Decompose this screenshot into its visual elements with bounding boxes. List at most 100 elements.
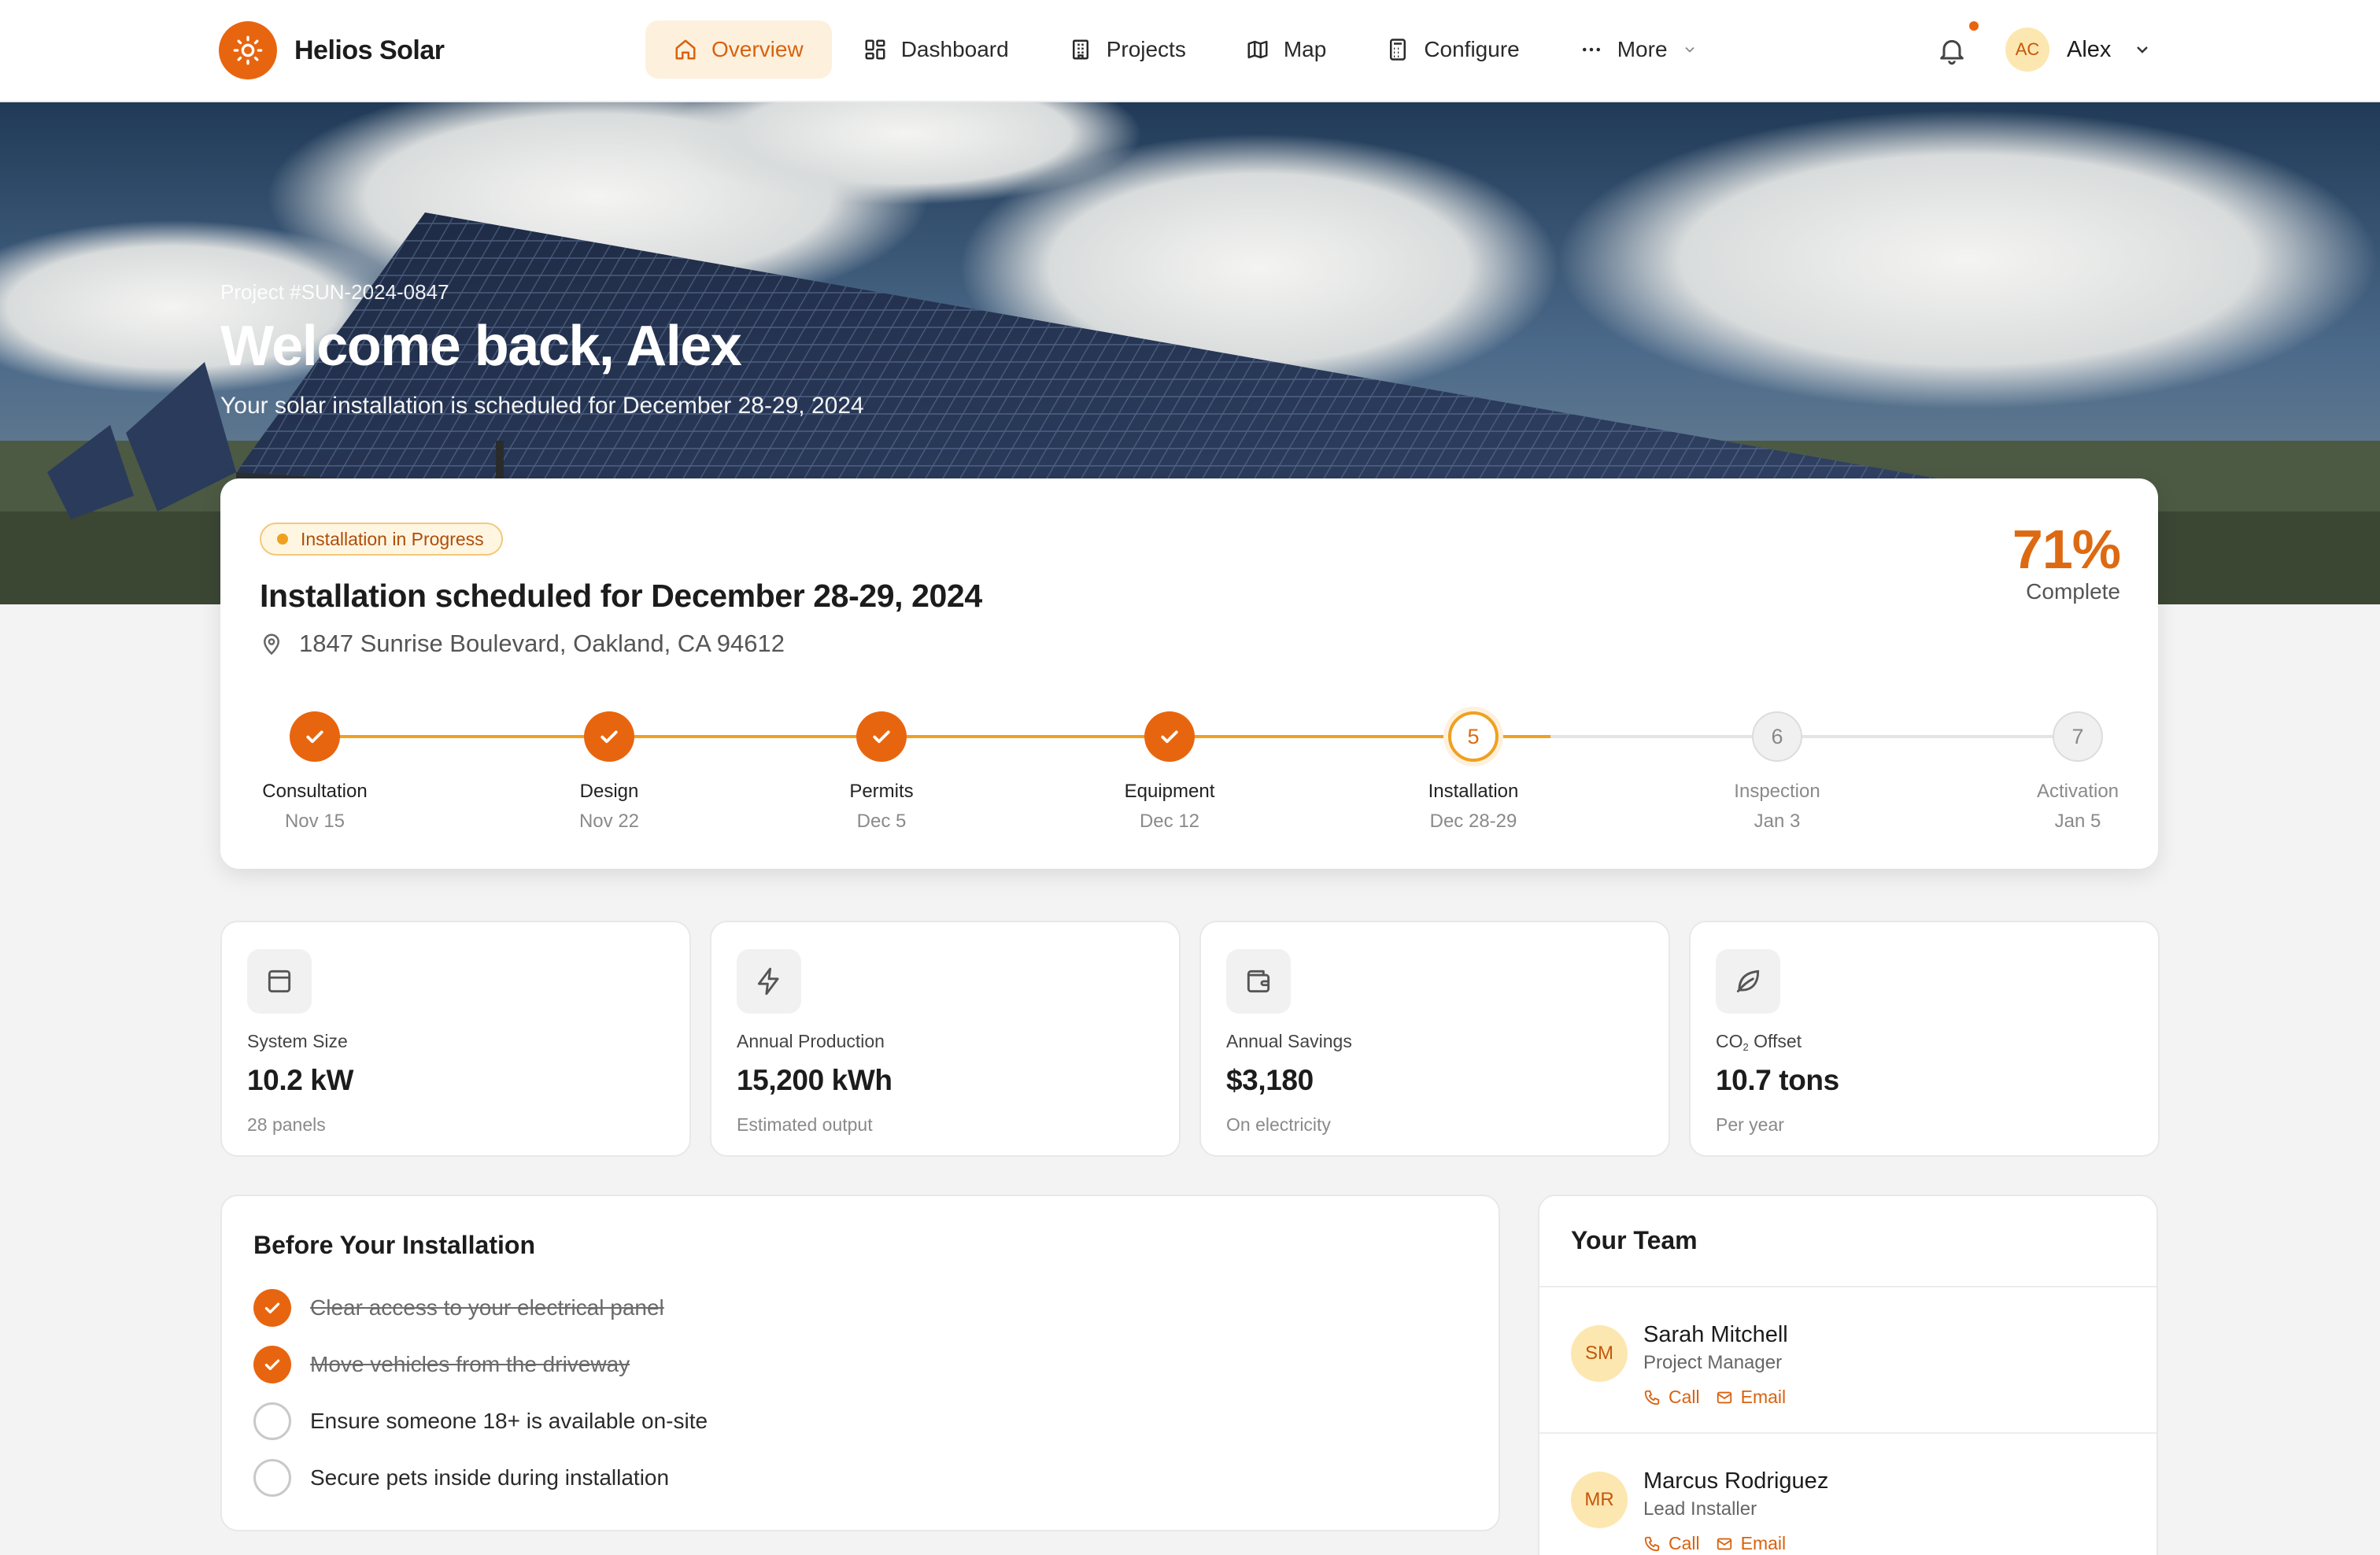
step-label: Design [579, 781, 639, 802]
timeline-step-inspection: 6 Inspection Jan 3 [1691, 699, 1864, 833]
member-name: Marcus Rodriguez [1643, 1468, 1829, 1494]
avatar: MR [1571, 1472, 1628, 1528]
nav-item-projects[interactable]: Projects [1040, 20, 1214, 79]
nav-item-label: More [1617, 37, 1668, 61]
check-icon [584, 711, 634, 762]
address: 1847 Sunrise Boulevard, Oakland, CA 9461… [260, 630, 785, 658]
call-link[interactable]: Call [1643, 1387, 1700, 1408]
stat-label: Annual Production [737, 1031, 885, 1051]
stat-label: System Size [247, 1031, 348, 1051]
checklist-item-label: Move vehicles from the driveway [310, 1352, 630, 1376]
checkbox-checked[interactable] [253, 1289, 291, 1327]
checkbox-unchecked[interactable] [253, 1402, 291, 1440]
nav-item-label: Dashboard [900, 37, 1009, 61]
ellipsis-icon [1582, 47, 1600, 52]
chevron-down-icon [2137, 46, 2149, 54]
checkbox-checked[interactable] [253, 1346, 291, 1383]
timeline-step-installation: 5 Installation Dec 28-29 [1387, 699, 1560, 833]
member-actions: Call Email [1643, 1533, 1802, 1554]
checklist-item-label: Secure pets inside during installation [310, 1465, 670, 1490]
stat-card-annual-production: Annual Production 15,200 kWh Estimated o… [710, 921, 1181, 1157]
stat-note: Estimated output [737, 1114, 873, 1135]
stat-card-co2-offset: CO2 Offset 10.7 tons Per year [1689, 921, 2160, 1157]
divider [1539, 1286, 2156, 1287]
checklist-item[interactable]: Clear access to your electrical panel [253, 1289, 664, 1327]
wallet-icon [1226, 949, 1291, 1014]
check-icon [264, 1302, 280, 1314]
nav-item-more[interactable]: More [1551, 20, 1726, 79]
user-menu[interactable]: AC Alex [2005, 28, 2152, 72]
stat-value: 10.2 kW [247, 1064, 353, 1096]
step-number: 5 [1448, 711, 1499, 762]
nav-item-overview[interactable]: Overview [645, 20, 832, 79]
panel-icon [247, 949, 312, 1014]
page-title: Welcome back, Alex [220, 315, 742, 378]
hero-subtitle: Your solar installation is scheduled for… [220, 393, 864, 419]
email-link[interactable]: Email [1716, 1533, 1786, 1554]
step-number: 6 [1752, 711, 1802, 762]
nav-item-label: Configure [1424, 37, 1520, 61]
checklist-item[interactable]: Ensure someone 18+ is available on-site [253, 1402, 708, 1440]
stat-label: Annual Savings [1226, 1031, 1352, 1051]
stat-card-system-size: System Size 10.2 kW 28 panels [220, 921, 691, 1157]
check-icon [290, 711, 340, 762]
progress-percent: 71% [2012, 519, 2121, 580]
nav-item-configure[interactable]: Configure [1358, 20, 1547, 79]
schedule-title: Installation scheduled for December 28-2… [260, 578, 982, 614]
section-title: Your Team [1571, 1226, 1698, 1254]
status-badge-label: Installation in Progress [301, 528, 484, 549]
stat-note: Per year [1716, 1114, 1784, 1135]
leaf-icon [1716, 949, 1780, 1014]
status-dot [277, 534, 288, 545]
timeline-step-permits: Permits Dec 5 [795, 699, 968, 833]
pre-installation-checklist: Before Your Installation Clear access to… [220, 1195, 1500, 1531]
step-number: 7 [2053, 711, 2103, 762]
project-id: Project #SUN-2024-0847 [220, 280, 449, 304]
team-card: Your Team SM Sarah Mitchell Project Mana… [1538, 1195, 2158, 1555]
checkbox-unchecked[interactable] [253, 1459, 291, 1497]
nav-item-dashboard[interactable]: Dashboard [835, 20, 1037, 79]
section-title: Before Your Installation [253, 1231, 535, 1259]
check-icon [1144, 711, 1195, 762]
calculator-icon [1390, 39, 1406, 61]
bell-icon[interactable] [1936, 35, 1968, 66]
step-date: Dec 12 [1139, 811, 1200, 832]
email-link[interactable]: Email [1716, 1387, 1786, 1408]
team-member: MR Marcus Rodriguez Lead Installer Call … [1571, 1461, 2138, 1555]
home-icon [675, 39, 696, 60]
member-role: Project Manager [1643, 1352, 1783, 1373]
nav-item-map[interactable]: Map [1218, 20, 1354, 79]
stat-note: 28 panels [247, 1114, 326, 1135]
check-icon [856, 711, 907, 762]
checklist-item[interactable]: Secure pets inside during installation [253, 1459, 669, 1497]
notification-dot [1969, 21, 1979, 31]
checklist-item-label: Ensure someone 18+ is available on-site [310, 1409, 708, 1433]
phone-icon [1644, 1536, 1660, 1551]
brand[interactable]: Helios Solar [219, 21, 445, 79]
timeline-step-design: Design Nov 22 [523, 699, 696, 833]
avatar: AC [2005, 28, 2049, 72]
installation-status-card: Installation in Progress Installation sc… [220, 478, 2158, 869]
timeline-step-equipment: Equipment Dec 12 [1083, 699, 1256, 833]
timeline-step-activation: 7 Activation Jan 5 [1991, 699, 2164, 833]
timeline-step-consultation: Consultation Nov 15 [228, 699, 401, 833]
chevron-down-icon [1684, 46, 1694, 53]
team-member: SM Sarah Mitchell Project Manager Call E… [1571, 1314, 2138, 1440]
nav-item-label: Map [1283, 37, 1327, 61]
nav-item-label: Overview [711, 37, 804, 61]
step-date: Dec 5 [856, 811, 907, 832]
checklist-item[interactable]: Move vehicles from the driveway [253, 1346, 630, 1383]
member-actions: Call Email [1643, 1387, 1802, 1408]
stat-value: 10.7 tons [1716, 1064, 1839, 1096]
step-label: Consultation [262, 781, 368, 802]
stat-card-annual-savings: Annual Savings $3,180 On electricity [1199, 921, 1670, 1157]
call-link[interactable]: Call [1643, 1533, 1700, 1554]
stat-label: CO2 Offset [1716, 1031, 1802, 1053]
address-text: 1847 Sunrise Boulevard, Oakland, CA 9461… [299, 630, 785, 657]
member-role: Lead Installer [1643, 1498, 1757, 1520]
building-icon [1072, 39, 1088, 60]
nav-item-label: Projects [1106, 37, 1186, 61]
step-label: Equipment [1124, 781, 1215, 802]
divider [1539, 1432, 2156, 1434]
map-icon [1247, 40, 1268, 59]
